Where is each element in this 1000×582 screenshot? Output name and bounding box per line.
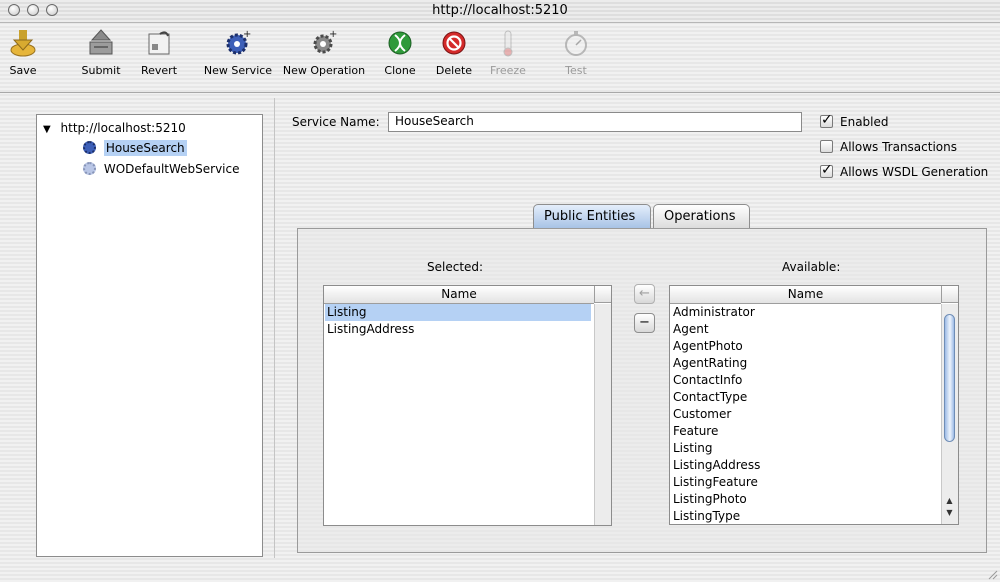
table-row[interactable]: AgentPhoto: [671, 338, 938, 355]
service-tree[interactable]: ▼ http://localhost:5210 HouseSearch WODe…: [36, 114, 263, 557]
scrollbar-thumb[interactable]: [944, 314, 955, 442]
service-gear-icon: [83, 141, 96, 154]
revert-icon: [143, 27, 175, 59]
table-row[interactable]: ListingPhoto: [671, 491, 938, 508]
checkmark-icon: ✓: [821, 162, 833, 178]
tree-root-label: http://localhost:5210: [60, 121, 186, 135]
stopwatch-icon: [560, 27, 592, 59]
disclosure-triangle-icon[interactable]: ▼: [43, 124, 51, 135]
enabled-checkbox[interactable]: ✓: [820, 112, 833, 128]
submit-button[interactable]: Submit: [78, 27, 124, 77]
new-operation-gear-icon: +: [308, 27, 340, 59]
title-bar: http://localhost:5210: [0, 0, 1000, 23]
tree-root[interactable]: ▼ http://localhost:5210: [43, 121, 186, 135]
available-table[interactable]: Name Administrator Agent AgentPhoto AgentRa…: [669, 285, 959, 525]
vertical-scrollbar[interactable]: [594, 304, 611, 525]
freeze-button[interactable]: Freeze: [488, 27, 528, 77]
svg-text:+: +: [329, 29, 337, 40]
vertical-scrollbar[interactable]: ▲ ▼: [941, 304, 958, 524]
table-row[interactable]: Listing: [325, 304, 591, 321]
table-row[interactable]: ListingAddress: [671, 457, 938, 474]
table-row[interactable]: ListingType: [671, 508, 938, 524]
header-corner: [594, 286, 611, 303]
service-gear-icon: [83, 162, 96, 175]
app-window: http://localhost:5210 Save Submit Revert…: [0, 0, 1000, 582]
table-row[interactable]: ListingAddress: [325, 321, 591, 338]
available-caption: Available:: [782, 260, 841, 274]
service-name-label: Service Name:: [292, 115, 380, 129]
window-title: http://localhost:5210: [432, 3, 568, 18]
resize-grip-icon[interactable]: [986, 568, 998, 580]
new-operation-button[interactable]: + New Operation: [282, 27, 366, 77]
allows-wsdl-checkbox[interactable]: ✓: [820, 162, 833, 178]
service-name-field[interactable]: HouseSearch: [388, 112, 802, 132]
remove-entity-button[interactable]: −: [634, 313, 655, 333]
header-corner: [941, 286, 958, 303]
tab-operations[interactable]: Operations: [653, 204, 750, 228]
scroll-up-arrow-icon[interactable]: ▲: [942, 496, 957, 506]
table-row[interactable]: Customer: [671, 406, 938, 423]
scroll-down-arrow-icon[interactable]: ▼: [942, 508, 957, 518]
allows-transactions-label: Allows Transactions: [840, 140, 957, 154]
table-row[interactable]: ContactType: [671, 389, 938, 406]
delete-icon: [438, 27, 470, 59]
save-button[interactable]: Save: [4, 27, 42, 77]
selected-caption: Selected:: [427, 260, 484, 274]
left-arrow-icon: ←: [639, 286, 650, 301]
tree-item-wodefaultwebservice[interactable]: WODefaultWebService: [83, 162, 240, 176]
new-service-button[interactable]: + New Service: [202, 27, 274, 77]
tree-item-housesearch[interactable]: HouseSearch: [83, 140, 187, 156]
delete-button[interactable]: Delete: [434, 27, 474, 77]
selected-table[interactable]: Name Listing ListingAddress: [323, 285, 612, 526]
name-column-header[interactable]: Name: [324, 286, 594, 304]
toolbar-separator: [0, 92, 1000, 93]
table-row[interactable]: Listing: [671, 440, 938, 457]
table-row[interactable]: ContactInfo: [671, 372, 938, 389]
table-row[interactable]: Feature: [671, 423, 938, 440]
svg-text:+: +: [243, 29, 251, 40]
tree-item-label: WODefaultWebService: [103, 162, 240, 176]
checkmark-icon: ✓: [821, 112, 833, 128]
allows-transactions-checkbox[interactable]: [820, 140, 833, 153]
save-icon: [7, 27, 39, 59]
clone-button[interactable]: Clone: [380, 27, 420, 77]
split-view-divider[interactable]: [274, 98, 275, 558]
table-row[interactable]: AgentRating: [671, 355, 938, 372]
add-entity-button[interactable]: ←: [634, 284, 655, 304]
tab-public-entities[interactable]: Public Entities: [533, 204, 651, 228]
table-row[interactable]: ListingFeature: [671, 474, 938, 491]
submit-icon: [85, 27, 117, 59]
toolbar: Save Submit Revert + New Service + New O…: [0, 23, 1000, 93]
test-button[interactable]: Test: [556, 27, 596, 77]
minus-icon: −: [639, 315, 650, 330]
allows-wsdl-label: Allows WSDL Generation: [840, 165, 989, 179]
table-row[interactable]: Agent: [671, 321, 938, 338]
freeze-thermometer-icon: [492, 27, 524, 59]
revert-button[interactable]: Revert: [136, 27, 182, 77]
tree-item-label: HouseSearch: [103, 140, 187, 156]
clone-dna-icon: [384, 27, 416, 59]
new-service-gear-icon: +: [222, 27, 254, 59]
table-row[interactable]: Administrator: [671, 304, 938, 321]
enabled-label: Enabled: [840, 115, 889, 129]
name-column-header[interactable]: Name: [670, 286, 941, 304]
